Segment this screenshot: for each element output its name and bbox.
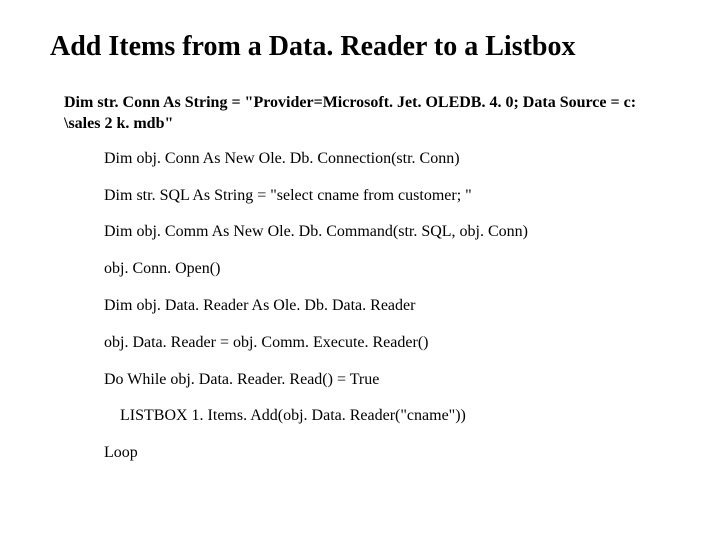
- code-block: Dim obj. Conn As New Ole. Db. Connection…: [50, 149, 670, 464]
- connection-string-declaration: Dim str. Conn As String = "Provider=Micr…: [50, 92, 670, 135]
- code-line: Dim obj. Conn As New Ole. Db. Connection…: [104, 149, 670, 170]
- code-line: Loop: [104, 443, 670, 464]
- code-line-indented: LISTBOX 1. Items. Add(obj. Data. Reader(…: [104, 406, 670, 427]
- code-line: Dim str. SQL As String = "select cname f…: [104, 186, 670, 207]
- page-title: Add Items from a Data. Reader to a Listb…: [50, 30, 670, 64]
- code-line: obj. Conn. Open(): [104, 259, 670, 280]
- code-line: Do While obj. Data. Reader. Read() = Tru…: [104, 370, 670, 391]
- code-line: obj. Data. Reader = obj. Comm. Execute. …: [104, 333, 670, 354]
- code-line: Dim obj. Data. Reader As Ole. Db. Data. …: [104, 296, 670, 317]
- code-line: Dim obj. Comm As New Ole. Db. Command(st…: [104, 222, 670, 243]
